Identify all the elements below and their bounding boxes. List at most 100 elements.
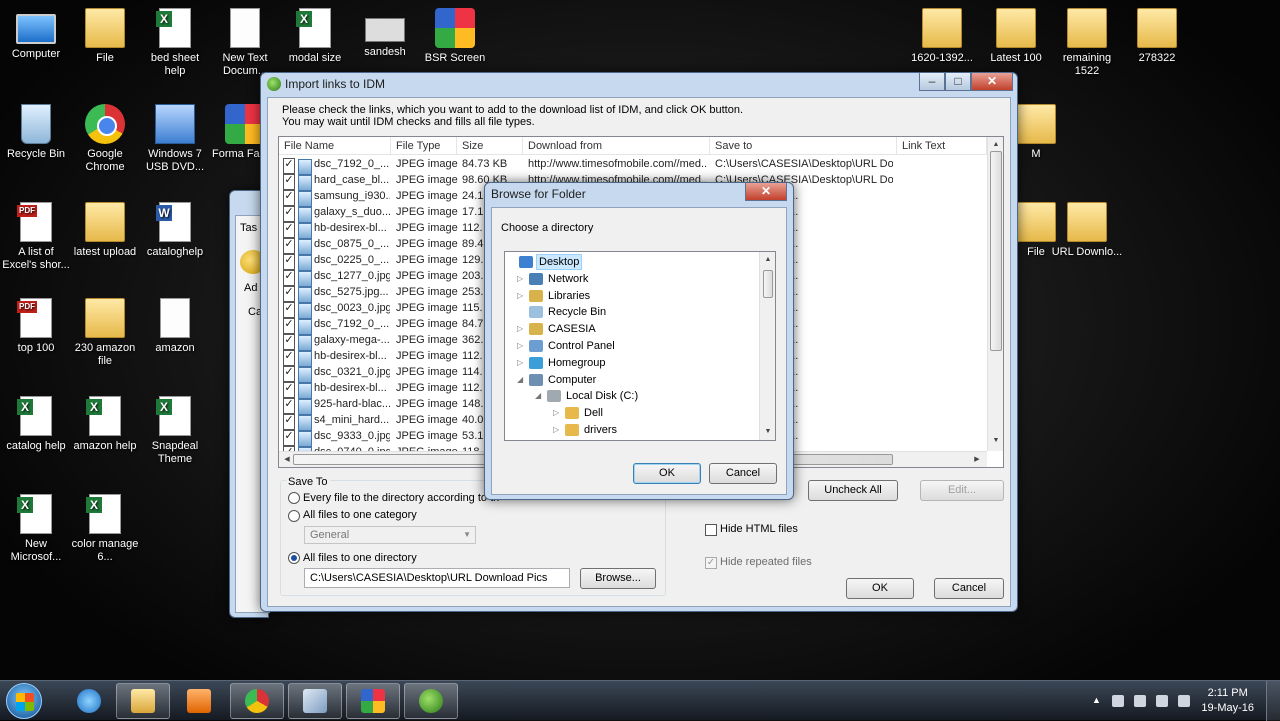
expand-arrow-icon[interactable]: ▷ xyxy=(517,338,523,354)
tree-item-label: Local Disk (C:) xyxy=(566,390,639,403)
desktop-icon[interactable]: New Microsof... xyxy=(0,494,72,564)
desktop-icon[interactable]: catalog help xyxy=(0,396,72,453)
one-category-radio[interactable] xyxy=(288,510,300,522)
directory-field[interactable]: C:\Users\CASESIA\Desktop\URL Download Pi… xyxy=(304,568,570,588)
clock[interactable]: 2:11 PM 19-May-16 xyxy=(1201,686,1254,716)
one-directory-label[interactable]: All files to one directory xyxy=(303,552,417,564)
desktop-icon[interactable]: cataloghelp xyxy=(139,202,211,259)
volume-icon[interactable] xyxy=(1178,695,1190,707)
desktop-icon[interactable]: Snapdeal Theme xyxy=(139,396,211,466)
desktop-icon[interactable]: color manage 6... xyxy=(69,494,141,564)
expand-arrow-icon[interactable]: ▷ xyxy=(517,355,523,371)
hide-html-checkbox[interactable] xyxy=(705,524,717,536)
every-file-label[interactable]: Every file to the directory according to… xyxy=(303,492,499,504)
col-save-to[interactable]: Save to xyxy=(710,137,897,155)
hide-html-label[interactable]: Hide HTML files xyxy=(720,523,798,535)
desktop-icon[interactable]: Latest 100 xyxy=(980,8,1052,65)
desktop-icon[interactable]: Google Chrome xyxy=(69,104,141,174)
browse-dialog-client: Choose a directory Desktop ▷ Network ▷ Libra… xyxy=(491,207,787,495)
col-file-name[interactable]: File Name xyxy=(279,137,391,155)
show-desktop-button[interactable] xyxy=(1266,681,1280,721)
taskbar-media-player[interactable] xyxy=(172,683,226,719)
expand-arrow-icon[interactable]: ◢ xyxy=(535,388,541,404)
import-cancel-button[interactable]: Cancel xyxy=(934,578,1004,599)
device-icon[interactable] xyxy=(1134,695,1146,707)
background-tab-label[interactable]: Tas xyxy=(240,222,257,234)
desktop-icon[interactable]: remaining 1522 xyxy=(1051,8,1123,78)
hide-repeated-label[interactable]: Hide repeated files xyxy=(720,556,812,568)
col-download-from[interactable]: Download from xyxy=(523,137,710,155)
desktop-icon[interactable]: amazon help xyxy=(69,396,141,453)
tree-scroll-thumb[interactable] xyxy=(763,270,773,298)
one-directory-radio[interactable] xyxy=(288,552,300,564)
tree-scroll-up-arrow[interactable]: ▲ xyxy=(762,254,774,266)
expand-arrow-icon[interactable]: ▷ xyxy=(553,422,559,438)
desktop-icon[interactable]: File xyxy=(69,8,141,65)
expand-arrow-icon[interactable]: ▷ xyxy=(553,405,559,421)
tree-item-label: Computer xyxy=(548,373,597,386)
desktop-icon[interactable]: 230 amazon file xyxy=(69,298,141,368)
desktop-icon-label: sandesh xyxy=(364,46,406,58)
desktop-icon[interactable]: 278322 xyxy=(1121,8,1193,65)
desktop-icon[interactable]: Recycle Bin xyxy=(0,104,72,161)
start-button[interactable] xyxy=(6,683,42,719)
tree-scroll-down-arrow[interactable]: ▼ xyxy=(762,426,774,438)
desktop-icon[interactable]: bed sheet help xyxy=(139,8,211,78)
cell-file-type: JPEG image xyxy=(396,286,458,298)
desktop-icon[interactable]: top 100 xyxy=(0,298,72,355)
every-file-radio[interactable] xyxy=(288,492,300,504)
table-row[interactable]: ✓ dsc_7192_0_... JPEG image 84.73 KB http://… xyxy=(279,156,1003,175)
taskbar-internet-explorer[interactable] xyxy=(62,683,116,719)
taskbar-idm[interactable] xyxy=(404,683,458,719)
desktop-icon-label: 230 amazon file xyxy=(74,342,136,367)
browse-button[interactable]: Browse... xyxy=(580,568,656,589)
desktop-icon[interactable]: BSR Screen xyxy=(419,8,491,65)
edit-button[interactable]: Edit... xyxy=(920,480,1004,501)
taskbar-bsr-screen[interactable] xyxy=(346,683,400,719)
desktop-icon[interactable]: latest upload xyxy=(69,202,141,259)
browse-cancel-button[interactable]: Cancel xyxy=(709,463,777,484)
action-center-icon[interactable] xyxy=(1112,695,1124,707)
expand-arrow-icon[interactable]: ▷ xyxy=(517,321,523,337)
browse-close-button[interactable]: ✕ xyxy=(745,183,787,201)
category-select[interactable]: General ▼ xyxy=(304,526,476,544)
desktop-icon[interactable]: Computer xyxy=(0,8,72,61)
desktop-icon[interactable]: sandesh xyxy=(349,8,421,59)
network-icon[interactable] xyxy=(1156,695,1168,707)
expand-arrow-icon[interactable]: ▷ xyxy=(517,288,523,304)
tree-vertical-scrollbar[interactable]: ▲ ▼ xyxy=(759,252,775,440)
expand-arrow-icon[interactable]: ▷ xyxy=(517,271,523,287)
uncheck-all-button[interactable]: Uncheck All xyxy=(808,480,898,501)
desktop-icon[interactable]: modal size xyxy=(279,8,351,65)
col-file-type[interactable]: File Type xyxy=(391,137,457,155)
desktop-icon[interactable]: 1620-1392... xyxy=(906,8,978,65)
desktop-icon[interactable]: New Text Docum... xyxy=(209,8,281,78)
hide-repeated-checkbox[interactable]: ✓ xyxy=(705,557,717,569)
desktop-icon[interactable]: A list of Excel's shor... xyxy=(0,202,72,272)
one-category-label[interactable]: All files to one category xyxy=(303,509,417,521)
maximize-button[interactable]: □ xyxy=(945,73,971,91)
close-button[interactable]: ✕ xyxy=(971,73,1013,91)
desktop-icon[interactable]: amazon xyxy=(139,298,211,355)
desktop-icon[interactable]: Windows 7 USB DVD... xyxy=(139,104,211,174)
import-ok-button[interactable]: OK xyxy=(846,578,914,599)
expand-arrow-icon[interactable]: ◢ xyxy=(517,372,523,388)
taskbar-app[interactable] xyxy=(288,683,342,719)
scroll-up-arrow[interactable]: ▲ xyxy=(990,139,1002,151)
list-vertical-scrollbar[interactable]: ▲ ▼ xyxy=(987,137,1003,451)
taskbar-explorer[interactable] xyxy=(116,683,170,719)
minimize-button[interactable]: – xyxy=(919,73,945,91)
scroll-down-arrow[interactable]: ▼ xyxy=(990,435,1002,447)
excel-icon xyxy=(86,494,121,534)
tree-item-label: Homegroup xyxy=(548,356,606,369)
col-size[interactable]: Size xyxy=(457,137,523,155)
show-hidden-icons-icon[interactable]: ▲ xyxy=(1092,695,1101,707)
taskbar-chrome[interactable] xyxy=(230,683,284,719)
scroll-thumb[interactable] xyxy=(990,151,1002,351)
scroll-right-arrow[interactable]: ▶ xyxy=(971,454,983,466)
setup-icon xyxy=(155,104,195,144)
import-dialog-titlebar[interactable]: Import links to IDM xyxy=(261,73,1017,95)
browse-ok-button[interactable]: OK xyxy=(633,463,701,484)
scroll-left-arrow[interactable]: ◀ xyxy=(281,454,293,466)
col-link-text[interactable]: Link Text xyxy=(897,137,987,155)
